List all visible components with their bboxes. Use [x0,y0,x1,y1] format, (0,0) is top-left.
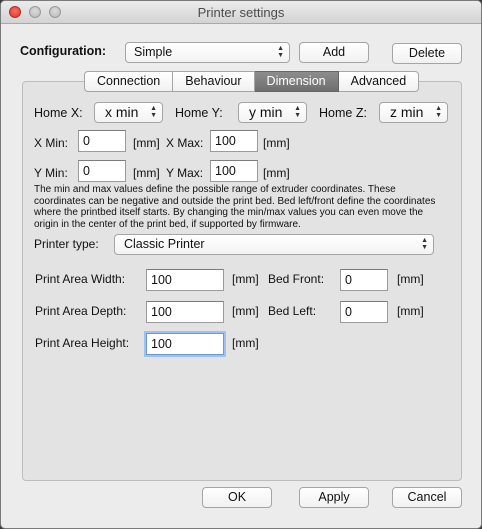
printer-type-label: Printer type: [34,237,99,251]
window-title: Printer settings [197,5,285,20]
print-area-width-unit: [mm] [232,272,259,286]
home-y-label: Home Y: [175,106,223,120]
add-configuration-button[interactable]: Add [299,42,369,63]
title-bar: Printer settings [1,1,481,24]
print-area-depth-label: Print Area Depth: [35,304,127,318]
print-area-depth-unit: [mm] [232,304,259,318]
y-min-label: Y Min: [34,166,68,180]
apply-button[interactable]: Apply [299,487,369,508]
home-x-select[interactable]: x min ▲ ▼ [94,102,163,123]
printer-settings-window: Printer settings Configuration: Simple ▲… [0,0,482,529]
tab-advanced[interactable]: Advanced [338,71,420,92]
select-arrows-icon: ▲ ▼ [421,237,428,251]
home-z-select[interactable]: z min ▲ ▼ [379,102,448,123]
home-y-value: y min [249,104,283,120]
cancel-button[interactable]: Cancel [392,487,462,508]
delete-configuration-button[interactable]: Delete [392,43,462,64]
print-area-height-unit: [mm] [232,336,259,350]
bed-left-label: Bed Left: [268,304,317,318]
x-max-input[interactable] [210,130,258,152]
ok-button[interactable]: OK [202,487,272,508]
bed-front-input[interactable] [340,269,388,291]
tab-connection[interactable]: Connection [84,71,174,92]
printer-type-select[interactable]: Classic Printer ▲ ▼ [114,234,434,255]
print-area-width-input[interactable] [146,269,224,291]
y-max-unit: [mm] [263,166,290,180]
bed-front-unit: [mm] [397,272,424,286]
printer-type-value: Classic Printer [124,237,205,251]
print-area-height-label: Print Area Height: [35,336,130,350]
select-arrows-icon: ▲ ▼ [435,105,442,119]
y-min-input[interactable] [78,160,126,182]
home-y-select[interactable]: y min ▲ ▼ [238,102,307,123]
configuration-select[interactable]: Simple ▲ ▼ [125,42,290,63]
print-area-height-input[interactable] [146,333,224,355]
dimension-description: The min and max values define the possib… [34,184,436,230]
print-area-width-label: Print Area Width: [35,272,126,286]
bed-left-unit: [mm] [397,304,424,318]
y-min-unit: [mm] [133,166,160,180]
x-min-unit: [mm] [133,136,160,150]
select-arrows-icon: ▲ ▼ [150,105,157,119]
home-z-label: Home Z: [319,106,367,120]
y-max-label: Y Max: [166,166,204,180]
bed-left-input[interactable] [340,301,388,323]
home-z-value: z min [390,104,424,120]
x-min-label: X Min: [34,136,69,150]
select-arrows-icon: ▲ ▼ [277,45,284,59]
x-max-label: X Max: [166,136,204,150]
select-arrows-icon: ▲ ▼ [294,105,301,119]
tab-bar: Connection Behaviour Dimension Advanced [84,71,420,92]
x-min-input[interactable] [78,130,126,152]
home-x-value: x min [105,104,139,120]
tab-behaviour[interactable]: Behaviour [173,71,255,92]
home-x-label: Home X: [34,106,83,120]
print-area-depth-input[interactable] [146,301,224,323]
tab-dimension[interactable]: Dimension [254,71,339,92]
bed-front-label: Bed Front: [268,272,325,286]
y-max-input[interactable] [210,160,258,182]
configuration-selected-value: Simple [134,45,173,59]
x-max-unit: [mm] [263,136,290,150]
configuration-label: Configuration: [20,44,107,58]
